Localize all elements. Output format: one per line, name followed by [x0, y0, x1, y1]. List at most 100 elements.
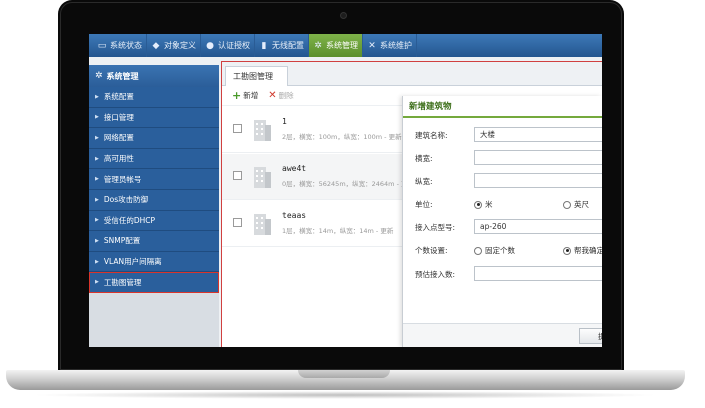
arrow-right-icon: ▶: [95, 279, 99, 286]
sidebar-item-label: 工勘图管理: [103, 277, 142, 287]
unit-radio-feet[interactable]: 英尺: [563, 199, 589, 210]
radio-label: 帮我确定: [574, 246, 602, 255]
count-setting-label: 个数设置:: [415, 246, 448, 255]
tab-strip: 工勘图管理: [222, 62, 602, 86]
sidebar-item-label: 系统配置: [103, 92, 134, 102]
row-title: 1: [282, 117, 287, 126]
sidebar-item-vlan-isolation[interactable]: ▶ VLAN用户间隔离: [89, 251, 219, 273]
sidebar-item-snmp[interactable]: ▶ SNMP配置: [89, 231, 219, 252]
ap-model-label: 接入点型号:: [415, 223, 456, 232]
width-label: 横宽:: [415, 154, 433, 163]
radio-label: 米: [485, 200, 493, 209]
tab-label: 系统维护: [380, 41, 412, 50]
gear-icon: ✲: [314, 40, 322, 51]
list-item[interactable]: awe4t 0层，横宽：56245m，纵宽：2464m - 更新: [222, 154, 422, 200]
tab-object-definition[interactable]: ◆ 对象定义: [147, 34, 201, 57]
count-radio-auto[interactable]: 帮我确定: [563, 245, 602, 256]
building-icon: [254, 214, 271, 235]
tab-system-management[interactable]: ✲ 系统管理: [309, 34, 363, 57]
row-checkbox[interactable]: [233, 171, 242, 180]
width-field[interactable]: [474, 150, 602, 165]
sidebar-item-label: 接口管理: [103, 112, 134, 122]
tab-site-survey[interactable]: 工勘图管理: [225, 66, 288, 86]
top-navigation: ▭ 系统状态 ◆ 对象定义 ● 认证授权 ▮ 无线配置 ✲ 系统管理 ✕ 系统维…: [89, 34, 602, 57]
tab-label: 对象定义: [164, 41, 196, 50]
count-radio-fixed[interactable]: 固定个数: [474, 245, 515, 256]
tab-system-status[interactable]: ▭ 系统状态: [93, 34, 147, 57]
row-checkbox[interactable]: [233, 218, 242, 227]
delete-label: 删除: [278, 91, 294, 100]
row-subtitle: 1层，横宽：14m，纵宽：14m - 更新: [282, 227, 394, 235]
sidebar-item-label: Dos攻击防御: [103, 195, 149, 205]
unit-radio-meter[interactable]: 米: [474, 199, 493, 210]
dialog-title: 新增建筑物: [403, 96, 602, 118]
sidebar-item-label: VLAN用户间隔离: [103, 257, 162, 267]
laptop-shadow: [30, 391, 660, 399]
building-name-label: 建筑名称:: [415, 131, 448, 140]
radio-selected-icon: [474, 200, 482, 209]
row-title: teaas: [282, 211, 307, 220]
sidebar-item-admin-account[interactable]: ▶ 管理员帐号: [89, 169, 219, 190]
arrow-right-icon: ▶: [95, 155, 99, 162]
building-icon: [254, 167, 271, 188]
plus-icon: +: [232, 89, 242, 102]
radio-selected-icon: [563, 246, 571, 255]
monitor-icon: ▭: [97, 40, 107, 51]
row-checkbox[interactable]: [233, 124, 242, 133]
camera-icon: [340, 12, 347, 19]
tools-icon: ✕: [368, 40, 376, 51]
signal-icon: ▮: [261, 40, 267, 51]
submit-button[interactable]: 提: [579, 328, 602, 344]
tab-label: 无线配置: [272, 41, 304, 50]
arrow-right-icon: ▶: [95, 114, 99, 121]
building-name-field[interactable]: 大楼: [474, 127, 602, 142]
laptop-notch: [298, 370, 390, 378]
depth-field[interactable]: [474, 173, 602, 188]
list-item[interactable]: teaas 1层，横宽：14m，纵宽：14m - 更新: [222, 201, 422, 247]
sidebar-item-label: 管理员帐号: [103, 174, 142, 184]
dialog-footer: 提: [403, 323, 602, 347]
tab-label: 工勘图管理: [233, 72, 273, 81]
sidebar-item-dos-defense[interactable]: ▶ Dos攻击防御: [89, 189, 219, 211]
estimate-field[interactable]: [474, 266, 602, 281]
delete-button[interactable]: ✕ 删除: [268, 90, 293, 101]
sidebar-item-trusted-dhcp[interactable]: ▶ 受信任的DHCP: [89, 210, 219, 232]
sidebar-header: ✲ 系统管理: [89, 65, 219, 87]
building-icon: [254, 120, 271, 141]
depth-label: 纵宽:: [415, 177, 433, 186]
list-item[interactable]: 1 2层，横宽：100m，纵宽：100m - 更新: [222, 107, 422, 153]
add-building-dialog: 新增建筑物 建筑名称: 大楼 横宽: 纵宽: 单位: 米 英尺 接入点型号: a…: [402, 96, 602, 347]
gear-icon: ✲: [95, 71, 103, 81]
add-button[interactable]: + 新增: [232, 89, 258, 102]
tab-label: 认证授权: [218, 41, 250, 50]
sidebar-item-system-config[interactable]: ▶ 系统配置: [89, 87, 219, 108]
sidebar-item-availability[interactable]: ▶ 高可用性: [89, 148, 219, 170]
cube-icon: ◆: [152, 40, 160, 51]
tab-wireless-config[interactable]: ▮ 无线配置: [255, 34, 309, 57]
tab-authentication[interactable]: ● 认证授权: [201, 34, 255, 57]
arrow-right-icon: ▶: [95, 237, 99, 244]
arrow-right-icon: ▶: [95, 217, 99, 224]
radio-icon: [474, 246, 482, 255]
arrow-right-icon: ▶: [95, 196, 99, 203]
user-icon: ●: [206, 40, 214, 51]
radio-label: 固定个数: [485, 246, 515, 255]
sidebar-item-network[interactable]: ▶ 网络配置: [89, 128, 219, 149]
sidebar-title: 系统管理: [106, 71, 139, 81]
sidebar-item-site-survey[interactable]: ▶ 工勘图管理: [89, 272, 219, 293]
sidebar-item-label: 网络配置: [103, 133, 134, 143]
tab-system-maintenance[interactable]: ✕ 系统维护: [363, 34, 417, 57]
close-icon: ✕: [268, 90, 277, 101]
arrow-right-icon: ▶: [95, 134, 99, 141]
sidebar-item-label: 受信任的DHCP: [103, 215, 156, 225]
sidebar-item-interface[interactable]: ▶ 接口管理: [89, 107, 219, 129]
sidebar-item-label: 高可用性: [103, 154, 134, 164]
radio-label: 英尺: [574, 200, 589, 209]
arrow-right-icon: ▶: [95, 258, 99, 265]
arrow-right-icon: ▶: [95, 93, 99, 100]
ap-model-select[interactable]: ap-260: [474, 219, 602, 234]
estimate-label: 预估接入数:: [415, 270, 456, 279]
add-label: 新增: [243, 91, 259, 100]
arrow-right-icon: ▶: [95, 176, 99, 183]
tab-label: 系统管理: [326, 41, 358, 50]
